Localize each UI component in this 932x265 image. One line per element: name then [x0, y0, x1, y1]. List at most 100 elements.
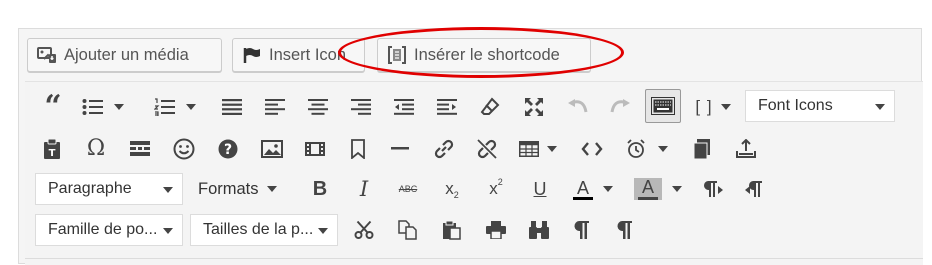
ltr-button[interactable] — [695, 171, 731, 207]
code-button[interactable] — [575, 131, 609, 167]
pilcrow-icon — [574, 221, 589, 239]
copy-button[interactable] — [391, 212, 425, 248]
insert-datetime-button[interactable] — [619, 131, 675, 167]
copy-icon — [398, 220, 417, 240]
keyboard-icon — [651, 97, 675, 115]
editor-frame: Ajouter un média Insert Icon Insérer le … — [18, 28, 923, 265]
numbered-list-button[interactable] — [147, 89, 203, 125]
shortcode-dropdown-button[interactable]: [ ] — [689, 89, 737, 125]
document-icon — [693, 139, 710, 159]
strikethrough-button[interactable]: ABC — [391, 171, 425, 207]
insert-shortcode-button[interactable]: Insérer le shortcode — [377, 38, 591, 72]
chevron-down-icon — [720, 104, 731, 110]
toolbar-toggle-button[interactable] — [645, 89, 681, 123]
quote-icon: “ — [44, 89, 62, 124]
font-size-value: Tailles de la p... — [203, 221, 314, 238]
fullscreen-button[interactable] — [517, 89, 551, 125]
text-color-button[interactable]: A — [565, 171, 621, 207]
cut-button[interactable] — [347, 212, 381, 248]
superscript-button[interactable]: x2 — [479, 171, 513, 207]
indent-icon — [437, 99, 457, 115]
insert-video-button[interactable] — [298, 131, 332, 167]
blockquote-button[interactable]: “ — [35, 89, 71, 125]
font-family-select[interactable]: Famille de po... — [35, 214, 183, 246]
align-justify-button[interactable] — [215, 89, 249, 125]
font-icons-select[interactable]: Font Icons — [745, 90, 895, 122]
align-justify-icon — [222, 99, 242, 115]
omega-icon: Ω — [86, 136, 106, 161]
strikethrough-label: ABC — [398, 184, 418, 194]
font-size-select[interactable]: Tailles de la p... — [190, 214, 338, 246]
print-button[interactable] — [479, 212, 513, 248]
indent-button[interactable] — [430, 89, 464, 125]
svg-text:T: T — [49, 148, 56, 159]
bold-button[interactable]: B — [303, 171, 337, 207]
add-media-button[interactable]: Ajouter un média — [27, 38, 222, 72]
film-icon — [305, 142, 325, 156]
chevron-down-icon — [658, 146, 668, 152]
bold-label: B — [312, 177, 328, 200]
question-icon: ? — [218, 139, 238, 159]
superscript-label: x — [489, 179, 498, 198]
help-button[interactable]: ? — [211, 131, 245, 167]
chevron-down-icon — [163, 187, 173, 193]
table-button[interactable] — [513, 131, 563, 167]
align-left-button[interactable] — [258, 89, 292, 125]
paste-as-text-button[interactable]: T — [35, 131, 69, 167]
outdent-button[interactable] — [387, 89, 421, 125]
background-color-icon: A — [634, 178, 662, 200]
table-icon — [519, 141, 539, 157]
emoticons-button[interactable] — [167, 131, 201, 167]
paste-button[interactable] — [435, 212, 469, 248]
upload-icon — [736, 139, 756, 158]
subscript-mark: 2 — [453, 190, 459, 200]
paragraph-ltr-icon — [703, 181, 723, 197]
undo-button[interactable] — [561, 89, 595, 125]
chevron-down-icon — [318, 228, 328, 234]
subscript-button[interactable]: x2 — [435, 171, 469, 207]
font-family-value: Famille de po... — [48, 221, 158, 238]
insert-icon-label: Insert Icon — [269, 45, 347, 64]
read-more-button[interactable] — [123, 131, 157, 167]
shortcode-icon — [386, 44, 408, 66]
remove-link-button[interactable] — [470, 131, 504, 167]
align-center-button[interactable] — [301, 89, 335, 125]
show-invisibles-button[interactable] — [608, 212, 642, 248]
paragraph-format-select[interactable]: Paragraphe — [35, 173, 183, 205]
outdent-icon — [394, 99, 414, 115]
rtl-button[interactable] — [738, 171, 774, 207]
upload-button[interactable] — [729, 131, 763, 167]
chevron-down-icon — [186, 104, 196, 110]
special-character-button[interactable]: Ω — [79, 131, 113, 167]
template-button[interactable] — [685, 131, 719, 167]
show-blocks-button[interactable] — [565, 212, 599, 248]
redo-button[interactable] — [603, 89, 637, 125]
insert-image-button[interactable] — [255, 131, 289, 167]
underline-button[interactable]: U — [523, 171, 557, 207]
alarm-clock-icon — [627, 139, 645, 158]
formats-menu-button[interactable]: Formats — [198, 173, 277, 205]
eraser-icon — [480, 97, 500, 115]
align-center-icon — [308, 99, 328, 115]
smiley-icon — [173, 138, 195, 160]
align-right-button[interactable] — [344, 89, 378, 125]
bullet-list-button[interactable] — [77, 89, 129, 125]
chevron-down-icon — [603, 186, 613, 192]
horizontal-line-icon — [391, 147, 409, 150]
anchor-button[interactable] — [341, 131, 375, 167]
insert-link-button[interactable] — [427, 131, 461, 167]
chevron-down-icon — [672, 186, 682, 192]
bullet-list-icon — [82, 99, 103, 115]
chevron-down-icon — [266, 186, 277, 192]
insert-icon-button[interactable]: Insert Icon — [232, 38, 365, 72]
add-media-label: Ajouter un média — [64, 45, 189, 64]
background-color-button[interactable]: A — [630, 171, 686, 207]
horizontal-line-button[interactable] — [383, 131, 417, 167]
clear-formatting-button[interactable] — [473, 89, 507, 125]
align-right-icon — [351, 99, 371, 115]
paste-icon — [443, 220, 461, 240]
italic-button[interactable]: I — [347, 171, 381, 207]
chevron-down-icon — [875, 104, 885, 110]
find-replace-button[interactable] — [522, 212, 556, 248]
numbered-list-icon — [154, 98, 175, 116]
